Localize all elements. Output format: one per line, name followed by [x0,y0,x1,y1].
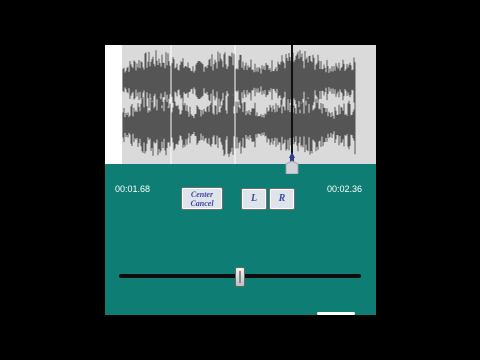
playhead-marker-icon[interactable] [283,152,301,174]
center-cancel-label-line2: Cancel [190,199,214,208]
end-time-label: 00:02.36 [327,184,363,194]
waveform-display[interactable] [105,45,376,164]
waveform-area[interactable] [105,45,376,174]
slider-thumb[interactable] [235,267,245,287]
home-indicator [317,312,355,315]
current-time-label: 00:01.68 [115,184,151,194]
center-cancel-label-line1: Center [190,190,214,199]
center-cancel-button[interactable]: Center Cancel [181,187,223,210]
playhead-line[interactable] [291,45,293,157]
audio-editor-app: 00:01.68 00:02.36 Center Cancel L R [105,45,376,315]
right-channel-button[interactable]: R [269,188,295,210]
left-channel-button[interactable]: L [241,188,267,210]
